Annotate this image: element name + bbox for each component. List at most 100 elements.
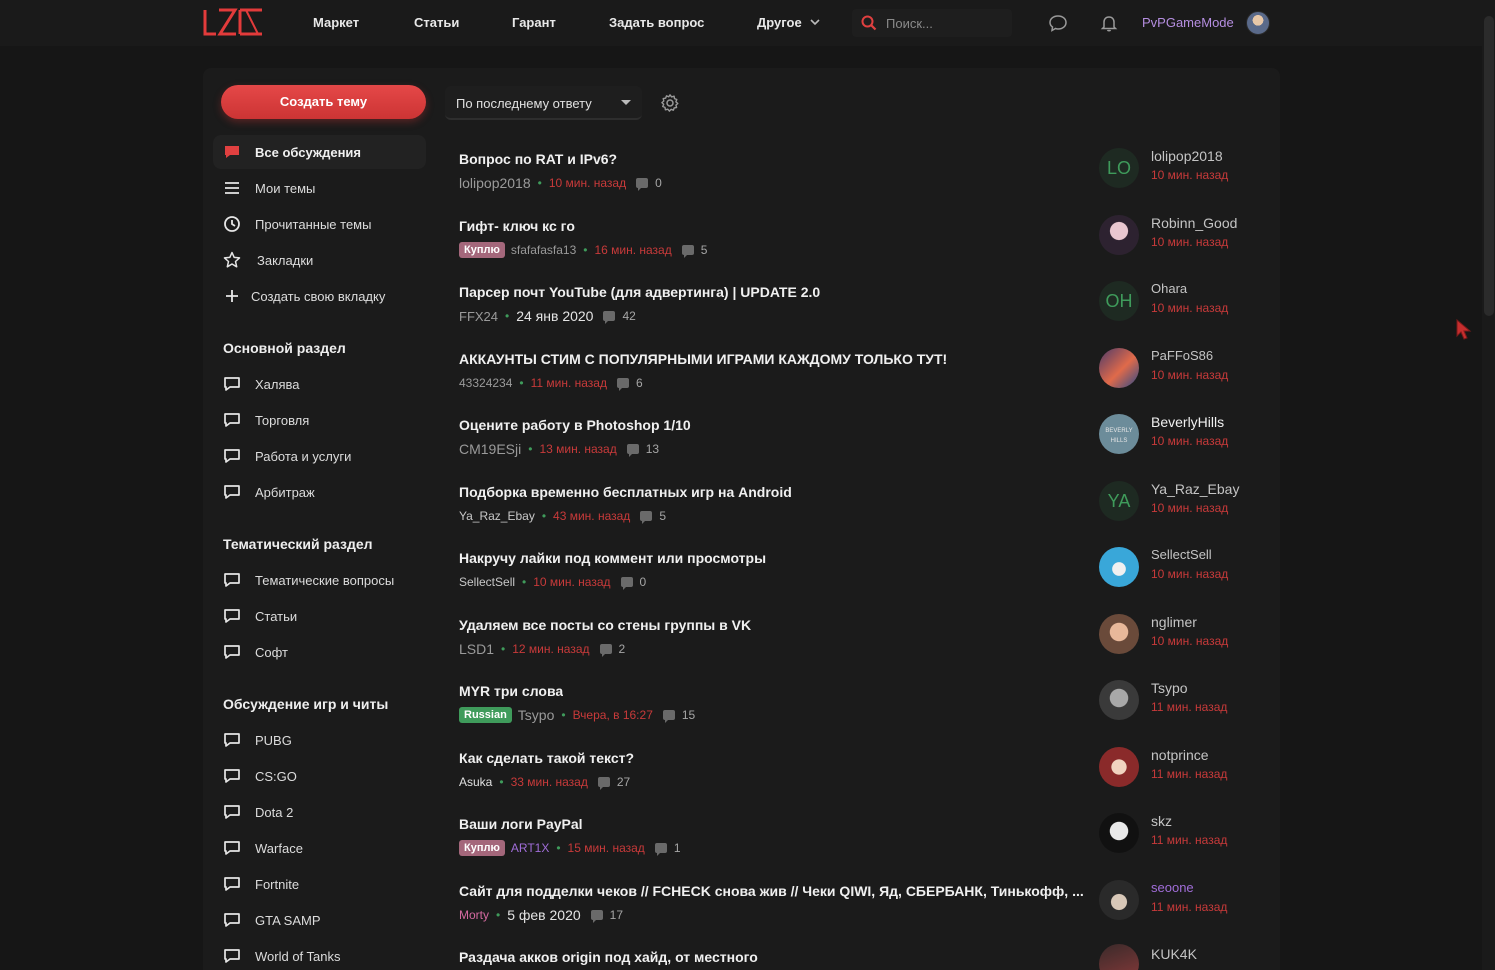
last-poster-name[interactable]: KUK4K: [1151, 946, 1197, 962]
last-poster-name[interactable]: Robinn_Good: [1151, 215, 1237, 231]
thread-prefix-badge[interactable]: Russian: [459, 707, 512, 723]
thread-row[interactable]: Вопрос по RAT и IPv6? lolipop2018 • 10 мин.…: [445, 146, 1265, 212]
last-poster-name[interactable]: Ohara: [1151, 281, 1187, 296]
thread-title[interactable]: Удаляем все посты со стены группы в VK: [459, 617, 751, 633]
sort-dropdown[interactable]: По последнему ответу: [445, 86, 642, 120]
last-poster-name[interactable]: SellectSell: [1151, 547, 1212, 562]
sidebar-item-my-threads[interactable]: Мои темы: [213, 171, 426, 205]
thread-row[interactable]: Как сделать такой текст? Asuka • 33 мин. на…: [445, 745, 1265, 811]
last-poster-avatar[interactable]: [1099, 746, 1139, 787]
nav-market[interactable]: Маркет: [313, 15, 359, 30]
sidebar-item-forum[interactable]: Dota 2: [213, 795, 426, 829]
search-input[interactable]: [886, 14, 1006, 32]
thread-row[interactable]: Накручу лайки под коммент или просмотры S…: [445, 545, 1265, 611]
thread-row[interactable]: Удаляем все посты со стены группы в VK LS…: [445, 612, 1265, 678]
last-poster-avatar[interactable]: [1099, 347, 1139, 388]
last-poster-name[interactable]: PaFFoS86: [1151, 348, 1213, 363]
thread-title[interactable]: Подборка временно бесплатных игр на Andr…: [459, 484, 792, 500]
thread-prefix-badge[interactable]: Куплю: [459, 840, 505, 856]
thread-title[interactable]: АККАУНТЫ СТИМ С ПОПУЛЯРНЫМИ ИГРАМИ КАЖДО…: [459, 351, 947, 367]
thread-author[interactable]: sfafafasfa13: [511, 243, 576, 257]
thread-row[interactable]: MYR три слова Russian Tsypo • Вчера, в 16:27…: [445, 678, 1265, 744]
last-poster-name[interactable]: BeverlyHills: [1151, 414, 1224, 430]
sidebar-item-forum[interactable]: GTA SAMP: [213, 903, 426, 937]
thread-author[interactable]: CM19ESji: [459, 441, 521, 457]
create-thread-button[interactable]: Создать тему: [221, 85, 426, 119]
thread-title[interactable]: Раздача акков origin под хайд, от местно…: [459, 949, 758, 965]
thread-title[interactable]: Сайт для подделки чеков // FCHECK снова …: [459, 883, 1084, 899]
search-box[interactable]: [852, 9, 1012, 37]
last-poster-avatar[interactable]: OH: [1099, 281, 1139, 321]
thread-author[interactable]: 43324234: [459, 376, 512, 390]
thread-row[interactable]: АККАУНТЫ СТИМ С ПОПУЛЯРНЫМИ ИГРАМИ КАЖДО…: [445, 346, 1265, 412]
last-poster-avatar[interactable]: [1099, 214, 1139, 255]
last-poster-avatar[interactable]: [1099, 613, 1139, 654]
thread-author[interactable]: Morty: [459, 908, 489, 922]
last-poster-name[interactable]: Ya_Raz_Ebay: [1151, 481, 1239, 497]
nav-other[interactable]: Другое: [757, 15, 820, 30]
gear-icon[interactable]: [660, 93, 680, 113]
last-poster-name[interactable]: Tsypo: [1151, 680, 1188, 696]
last-poster-avatar[interactable]: [1099, 547, 1139, 587]
user-avatar[interactable]: [1246, 11, 1270, 35]
thread-author[interactable]: ART1X: [511, 841, 549, 855]
thread-title[interactable]: Парсер почт YouTube (для адвертинга) | U…: [459, 284, 820, 300]
last-poster-avatar[interactable]: [1099, 813, 1139, 853]
sidebar-item-forum[interactable]: Торговля: [213, 403, 426, 437]
last-poster-avatar[interactable]: LO: [1099, 148, 1139, 188]
thread-title[interactable]: Вопрос по RAT и IPv6?: [459, 151, 617, 167]
search-icon[interactable]: [861, 15, 877, 31]
nav-ask-question[interactable]: Задать вопрос: [609, 15, 704, 30]
sidebar-item-forum[interactable]: Арбитраж: [213, 475, 426, 509]
last-poster-avatar[interactable]: [1099, 680, 1139, 720]
thread-title[interactable]: MYR три слова: [459, 683, 563, 699]
thread-row[interactable]: Ваши логи PayPal Куплю ART1X • 15 мин. назад…: [445, 811, 1265, 877]
sidebar-item-forum[interactable]: CS:GO: [213, 759, 426, 793]
nav-guarantee[interactable]: Гарант: [512, 15, 556, 30]
sidebar-item-forum[interactable]: Тематические вопросы: [213, 563, 426, 597]
thread-title[interactable]: Гифт- ключ кс го: [459, 218, 575, 234]
thread-prefix-badge[interactable]: Куплю: [459, 241, 505, 258]
thread-row[interactable]: Парсер почт YouTube (для адвертинга) | U…: [445, 279, 1265, 345]
messages-icon[interactable]: [1048, 13, 1068, 33]
sidebar-item-forum[interactable]: World of Tanks: [213, 939, 426, 970]
last-poster-name[interactable]: lolipop2018: [1151, 148, 1223, 164]
last-poster-name[interactable]: seoone: [1151, 880, 1194, 895]
scrollbar-thumb[interactable]: [1484, 16, 1494, 316]
header-username[interactable]: PvPGameMode: [1142, 15, 1234, 30]
thread-row[interactable]: Гифт- ключ кс го Куплю sfafafasfa13 • 16 мин…: [445, 213, 1265, 279]
thread-author[interactable]: Ya_Raz_Ebay: [459, 509, 535, 523]
last-poster-name[interactable]: skz: [1151, 813, 1172, 829]
thread-row[interactable]: Сайт для подделки чеков // FCHECK снова …: [445, 878, 1265, 944]
thread-row[interactable]: Оцените работу в Photoshop 1/10 CM19ESji •…: [445, 412, 1265, 478]
sidebar-item-forum[interactable]: PUBG: [213, 723, 426, 757]
last-poster-name[interactable]: nglimer: [1151, 614, 1197, 630]
sidebar-item-forum[interactable]: Халява: [213, 367, 426, 401]
last-poster-avatar[interactable]: YA: [1099, 480, 1139, 521]
thread-author[interactable]: Tsypo: [518, 707, 555, 723]
sidebar-item-bookmarks[interactable]: Закладки: [213, 243, 426, 277]
site-logo[interactable]: [202, 8, 264, 36]
thread-title[interactable]: Оцените работу в Photoshop 1/10: [459, 417, 691, 433]
thread-author[interactable]: LSD1: [459, 641, 494, 657]
last-poster-name[interactable]: notprince: [1151, 747, 1209, 763]
last-poster-avatar[interactable]: [1099, 879, 1139, 920]
sidebar-item-forum[interactable]: Fortnite: [213, 867, 426, 901]
last-poster-avatar[interactable]: BEVERLY HILLS: [1099, 414, 1139, 454]
last-poster-avatar[interactable]: [1099, 944, 1139, 970]
thread-title[interactable]: Накручу лайки под коммент или просмотры: [459, 550, 766, 566]
thread-author[interactable]: FFX24: [459, 309, 498, 324]
sidebar-item-forum[interactable]: Софт: [213, 635, 426, 669]
nav-articles[interactable]: Статьи: [414, 15, 459, 30]
sidebar-item-all-discussions[interactable]: Все обсуждения: [213, 135, 426, 169]
sidebar-item-forum[interactable]: Работа и услуги: [213, 439, 426, 473]
thread-title[interactable]: Ваши логи PayPal: [459, 816, 583, 832]
thread-title[interactable]: Как сделать такой текст?: [459, 750, 634, 766]
thread-author[interactable]: SellectSell: [459, 575, 515, 589]
sidebar-item-forum[interactable]: Warface: [213, 831, 426, 865]
thread-row[interactable]: Раздача акков origin под хайд, от местно…: [445, 944, 1265, 970]
thread-row[interactable]: Подборка временно бесплатных игр на Andr…: [445, 479, 1265, 545]
thread-author[interactable]: Asuka: [459, 775, 492, 789]
sidebar-item-read-threads[interactable]: Прочитанные темы: [213, 207, 426, 241]
sidebar-item-create-tab[interactable]: Создать свою вкладку: [213, 279, 426, 313]
